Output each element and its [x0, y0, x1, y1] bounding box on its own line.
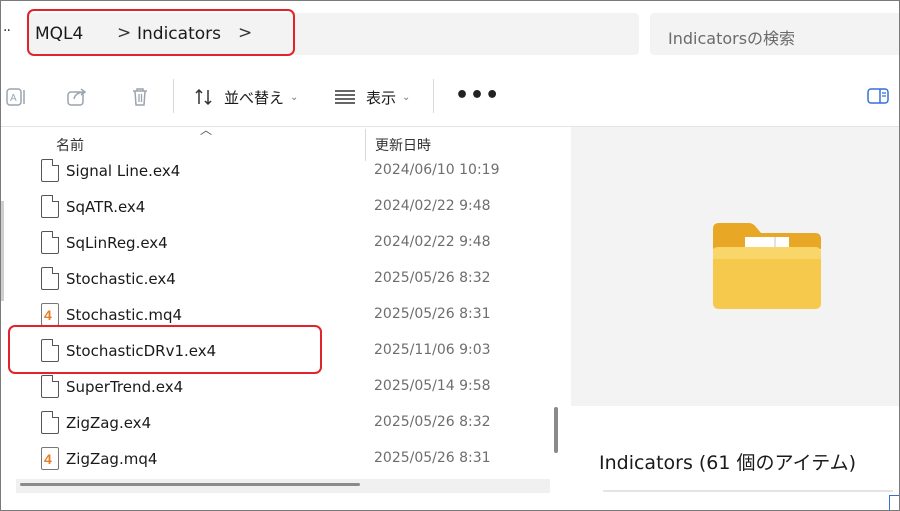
details-pane-icon[interactable]: [867, 87, 889, 109]
mq4-file-icon: 4: [41, 447, 59, 470]
sort-label: 並べ替え: [224, 88, 285, 107]
file-explorer-window: ·· MQL4 > Indicators > Indicatorsの検索 A 並…: [0, 0, 900, 511]
document-icon: [41, 375, 59, 398]
share-icon[interactable]: [66, 86, 88, 108]
file-name: ZigZag.ex4: [66, 414, 152, 432]
svg-text:A: A: [10, 93, 17, 104]
delete-icon[interactable]: [129, 86, 151, 108]
mq4-file-icon: 4: [41, 303, 59, 326]
search-placeholder: Indicatorsの検索: [668, 29, 796, 48]
document-icon: [41, 195, 59, 218]
file-modified-date: 2024/02/22 9:48: [374, 198, 491, 214]
document-icon: [41, 267, 59, 290]
column-header-name[interactable]: 名前: [56, 135, 84, 155]
file-row[interactable]: Signal Line.ex4 2024/06/10 10:19: [31, 153, 556, 189]
chevron-down-icon: ⌄: [290, 91, 299, 103]
command-toolbar: A 並べ替え ⌄ 表示 ⌄ •••: [1, 63, 899, 127]
file-name: ZigZag.mq4: [66, 450, 158, 468]
view-lines-icon: [335, 90, 355, 104]
more-options-icon[interactable]: •••: [455, 83, 500, 108]
file-modified-date: 2025/05/26 8:31: [374, 306, 491, 322]
file-modified-date: 2025/11/06 9:03: [374, 342, 491, 358]
file-modified-date: 2024/06/10 10:19: [374, 162, 500, 178]
document-icon: [41, 231, 59, 254]
view-button[interactable]: 表示 ⌄: [334, 85, 410, 109]
rename-icon[interactable]: A: [5, 86, 27, 108]
document-icon: [41, 159, 59, 182]
file-row[interactable]: SqLinReg.ex4 2024/02/22 9:48: [31, 225, 556, 261]
document-icon: [41, 411, 59, 434]
sort-arrows-icon: [195, 88, 212, 106]
file-name: Signal Line.ex4: [66, 162, 181, 180]
file-row[interactable]: Stochastic.ex4 2025/05/26 8:32: [31, 261, 556, 297]
horizontal-scrollbar-thumb[interactable]: [20, 483, 360, 486]
file-name: Stochastic.mq4: [66, 306, 183, 324]
corner-resize-marker: [889, 495, 899, 510]
file-modified-date: 2025/05/26 8:32: [374, 414, 491, 430]
column-header-modified[interactable]: 更新日時: [375, 135, 431, 155]
view-label: 表示: [366, 88, 397, 107]
file-modified-date: 2025/05/26 8:31: [374, 450, 491, 466]
folder-icon: [713, 223, 821, 309]
sort-ascending-icon[interactable]: ︿: [200, 121, 212, 138]
toolbar-divider: [173, 79, 174, 113]
search-input[interactable]: Indicatorsの検索: [650, 13, 899, 55]
file-modified-date: 2025/05/26 8:32: [374, 270, 491, 286]
file-modified-date: 2024/02/22 9:48: [374, 234, 491, 250]
file-row[interactable]: SuperTrend.ex4 2025/05/14 9:58: [31, 369, 556, 405]
overflow-dots-icon[interactable]: ··: [3, 23, 11, 39]
file-row[interactable]: 4 ZigZag.mq4 2025/05/26 8:31: [31, 441, 556, 477]
toolbar-divider: [433, 79, 434, 113]
file-name: Stochastic.ex4: [66, 270, 176, 288]
address-bar-row: ·· MQL4 > Indicators > Indicatorsの検索: [1, 1, 899, 63]
left-pane-edge: [1, 201, 4, 301]
chevron-down-icon: ⌄: [402, 91, 411, 103]
highlight-box-file: [8, 325, 322, 374]
preview-divider: [603, 490, 893, 492]
horizontal-scrollbar[interactable]: [16, 479, 550, 493]
preview-title: Indicators (61 個のアイテム): [599, 452, 857, 474]
file-modified-date: 2025/05/14 9:58: [374, 378, 491, 394]
highlight-box-breadcrumb: [27, 9, 295, 56]
file-name: SqLinReg.ex4: [66, 234, 168, 252]
file-row[interactable]: ZigZag.ex4 2025/05/26 8:32: [31, 405, 556, 441]
sort-button[interactable]: 並べ替え ⌄: [194, 85, 298, 109]
vertical-scrollbar-thumb[interactable]: [554, 407, 558, 453]
file-row[interactable]: SqATR.ex4 2024/02/22 9:48: [31, 189, 556, 225]
file-name: SuperTrend.ex4: [66, 378, 184, 396]
file-name: SqATR.ex4: [66, 198, 146, 216]
